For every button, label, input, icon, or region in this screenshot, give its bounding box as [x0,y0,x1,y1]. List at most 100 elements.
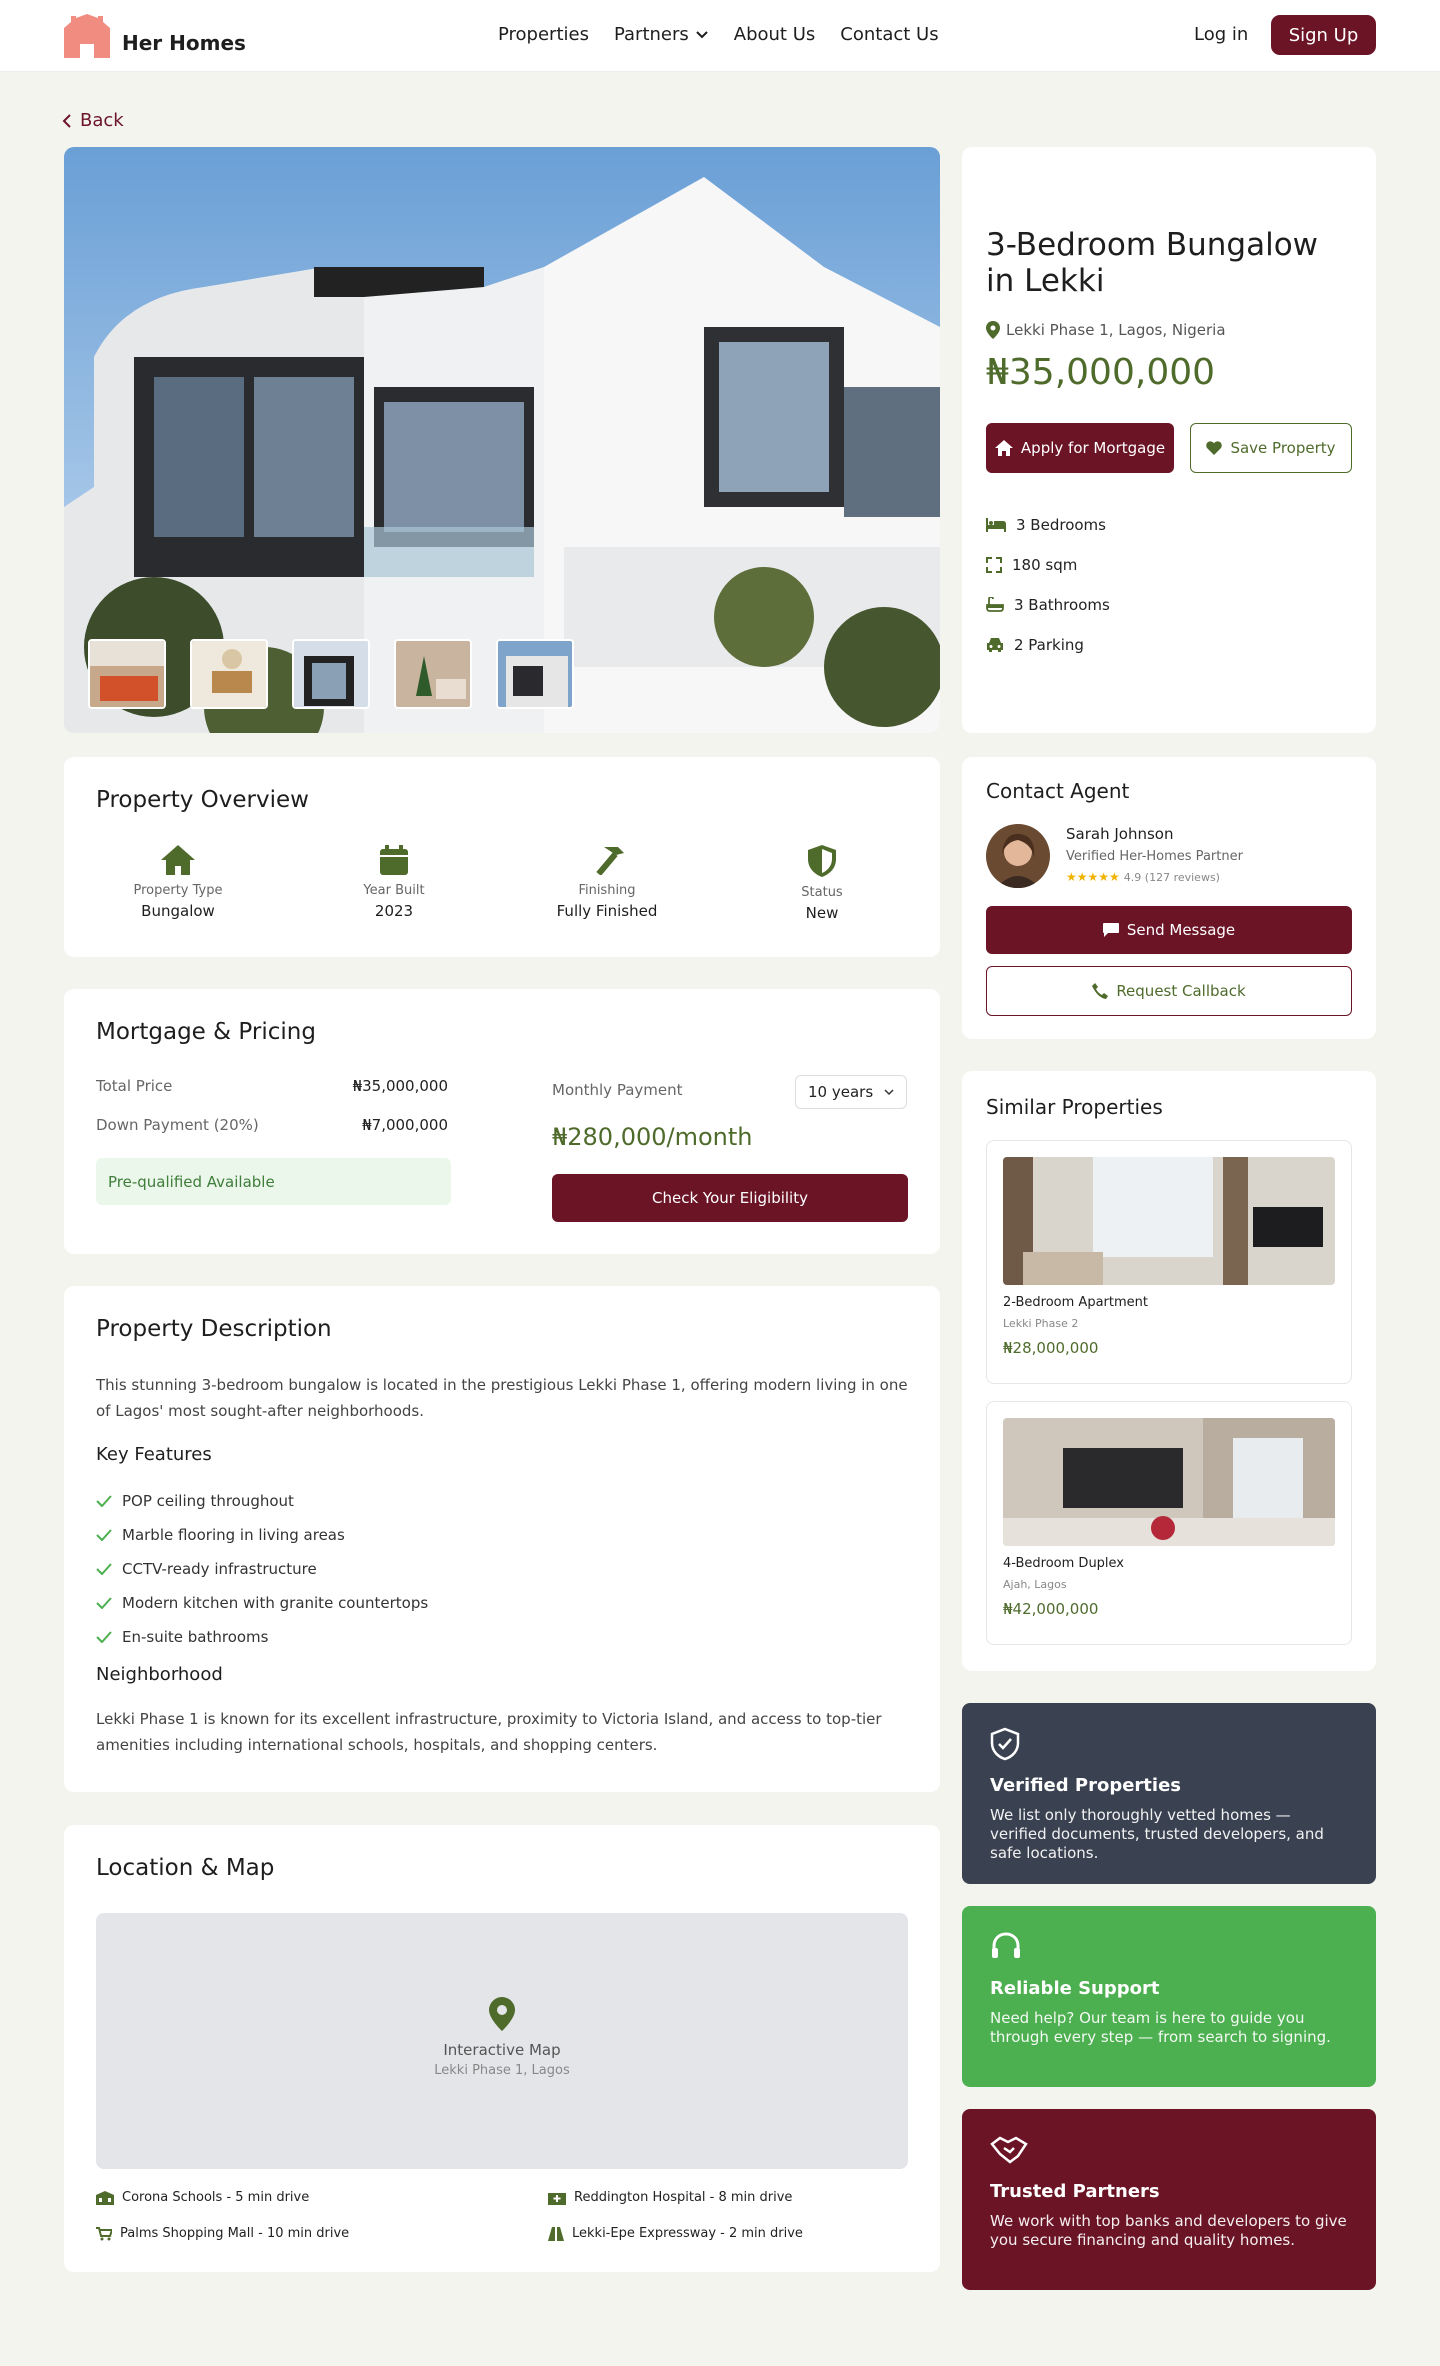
save-property-button[interactable]: Save Property [1190,423,1352,473]
nav-partners[interactable]: Partners [614,24,709,45]
check-icon [96,1563,112,1575]
site-header: Her Homes Properties Partners About Us C… [0,0,1440,72]
overview-value: Bungalow [141,902,215,920]
neighborhood-heading: Neighborhood [96,1664,223,1685]
spec-parking-text: 2 Parking [1014,636,1084,654]
login-link[interactable]: Log in [1194,24,1248,45]
neighborhood-text: Lekki Phase 1 is known for its excellent… [96,1710,882,1754]
overview-year-built: Year Built 2023 [314,845,474,920]
request-callback-button[interactable]: Request Callback [986,966,1352,1016]
request-callback-label: Request Callback [1116,982,1246,1000]
home-icon [994,440,1013,456]
overview-property-type: Property Type Bungalow [98,845,258,920]
nav-about[interactable]: About Us [734,24,816,45]
list-item: POP ceiling throughout [96,1484,428,1518]
spec-bathrooms-text: 3 Bathrooms [1014,596,1110,614]
list-item: Marble flooring in living areas [96,1518,428,1552]
down-payment-label: Down Payment (20%) [96,1116,259,1134]
overview-label: Finishing [578,883,636,898]
nav-properties[interactable]: Properties [498,24,589,45]
apply-mortgage-button[interactable]: Apply for Mortgage [986,423,1174,473]
brand-name: Her Homes [122,31,246,55]
thumbnail-3[interactable] [292,639,370,709]
down-payment-row: Down Payment (20%) ₦7,000,000 [96,1116,448,1134]
headset-icon [992,1932,1020,1958]
description-heading: Property Description [96,1316,332,1342]
back-link[interactable]: Back [62,110,124,131]
overview-heading: Property Overview [96,787,309,813]
similar-property-item[interactable]: 4-Bedroom Duplex Ajah, Lagos ₦42,000,000 [986,1401,1352,1645]
overview-value: New [805,904,839,922]
property-overview-card: Property Overview Property Type Bungalow… [64,757,940,957]
promo-title: Reliable Support [990,1978,1160,1999]
brand-logo[interactable]: Her Homes [62,14,246,58]
property-location: Lekki Phase 1, Lagos, Nigeria [986,321,1226,339]
chevron-left-icon [62,113,71,128]
prequalified-badge: Pre-qualified Available [96,1158,451,1205]
hammer-icon [596,847,624,876]
map-pin-icon [986,321,1000,339]
location-heading: Location & Map [96,1855,275,1881]
promo-title: Trusted Partners [990,2181,1160,2202]
loan-term-select[interactable]: 10 years [795,1075,907,1109]
mortgage-pricing-card: Mortgage & Pricing Total Price ₦35,000,0… [64,989,940,1254]
calendar-icon [380,845,408,875]
bed-icon [986,518,1006,532]
thumbnail-5[interactable] [496,639,574,709]
nearby-text: Palms Shopping Mall - 10 min drive [120,2226,350,2241]
overview-status: Status New [742,845,902,922]
thumbnail-4[interactable] [394,639,472,709]
nav-contact[interactable]: Contact Us [840,24,938,45]
contact-agent-card: Contact Agent Sarah Johnson Verified Her… [962,757,1376,1039]
thumbnail-1[interactable] [88,639,166,709]
interactive-map[interactable]: Interactive Map Lekki Phase 1, Lagos [96,1913,908,2169]
promo-partners: Trusted Partners We work with top banks … [962,2109,1376,2290]
overview-finishing: Finishing Fully Finished [527,845,687,920]
list-item: Modern kitchen with granite countertops [96,1586,428,1620]
overview-value: Fully Finished [556,902,658,920]
overview-label: Status [801,885,843,900]
chevron-down-icon [884,1089,894,1096]
similar-heading: Similar Properties [986,1095,1163,1119]
property-description-card: Property Description This stunning 3-bed… [64,1286,940,1792]
star-rating-icons: ★★★★★ [1066,870,1120,884]
send-message-button[interactable]: Send Message [986,906,1352,954]
property-specs: 3 Bedrooms 180 sqm 3 Bathrooms 2 Parking [986,505,1110,665]
nearby-text: Reddington Hospital - 8 min drive [574,2190,793,2205]
total-price-row: Total Price ₦35,000,000 [96,1077,448,1095]
overview-label: Year Built [363,883,425,898]
spec-parking: 2 Parking [986,625,1110,665]
thumbnail-strip [88,639,574,709]
description-text: This stunning 3-bedroom bungalow is loca… [96,1376,908,1420]
check-eligibility-button[interactable]: Check Your Eligibility [552,1174,908,1222]
shield-check-icon [990,1727,1020,1761]
similar-property-item[interactable]: 2-Bedroom Apartment Lekki Phase 2 ₦28,00… [986,1140,1352,1384]
property-main-image[interactable] [64,147,940,733]
property-summary-card: 3-Bedroom Bungalow in Lekki Lekki Phase … [962,147,1376,733]
feature-text: CCTV-ready infrastructure [122,1560,317,1578]
similar-property-image [1003,1157,1335,1285]
property-price: ₦35,000,000 [986,352,1216,393]
promo-verified: Verified Properties We list only thoroug… [962,1703,1376,1884]
shield-icon [808,845,836,877]
thumbnail-2[interactable] [190,639,268,709]
spec-area: 180 sqm [986,545,1110,585]
avatar [986,824,1050,888]
key-features-heading: Key Features [96,1444,212,1465]
map-pin-icon [489,1997,515,2031]
down-payment-value: ₦7,000,000 [362,1116,448,1134]
house-icon [161,845,195,875]
signup-button[interactable]: Sign Up [1271,15,1376,55]
expand-icon [986,557,1002,573]
apply-mortgage-label: Apply for Mortgage [1020,439,1166,457]
overview-label: Property Type [133,883,223,898]
nearby-mall: Palms Shopping Mall - 10 min drive [96,2226,349,2241]
spec-bedrooms: 3 Bedrooms [986,505,1110,545]
loan-term-value: 10 years [808,1083,874,1101]
phone-icon [1092,983,1109,999]
key-features-list: POP ceiling throughout Marble flooring i… [96,1484,428,1654]
check-icon [96,1529,112,1541]
nearby-text: Lekki-Epe Expressway - 2 min drive [572,2226,803,2241]
feature-text: En-suite bathrooms [122,1628,269,1646]
agent-role: Verified Her-Homes Partner [1066,849,1243,864]
